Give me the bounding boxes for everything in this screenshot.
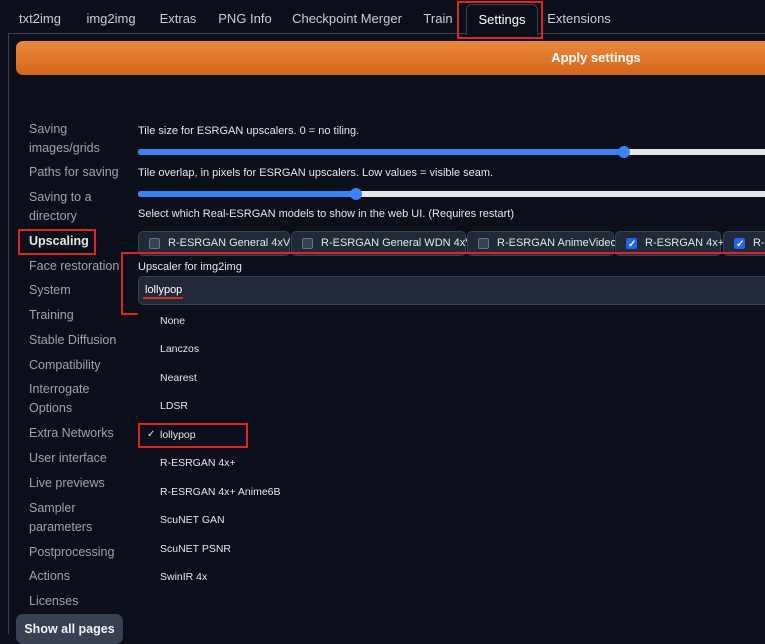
option-ldsr[interactable]: LDSR bbox=[160, 400, 188, 412]
option-swinir-4x[interactable]: SwinIR 4x bbox=[160, 571, 207, 583]
model-checkbox[interactable] bbox=[149, 238, 160, 249]
show-all-pages-button[interactable]: Show all pages bbox=[16, 614, 123, 644]
sidebar-item-training[interactable]: Training bbox=[29, 306, 74, 325]
esrgan-tile-slider[interactable] bbox=[138, 146, 765, 158]
tab-txt2img[interactable]: txt2img bbox=[10, 4, 70, 34]
tab-png-info[interactable]: PNG Info bbox=[214, 4, 276, 34]
option-lanczos[interactable]: Lanczos bbox=[160, 343, 199, 355]
sidebar-item-extra-networks[interactable]: Extra Networks bbox=[29, 424, 114, 443]
option-scunet-gan[interactable]: ScuNET GAN bbox=[160, 514, 225, 526]
sidebar-item-licenses[interactable]: Licenses bbox=[29, 592, 78, 611]
tab-checkpoint-merger[interactable]: Checkpoint Merger bbox=[288, 4, 406, 34]
model-checkbox[interactable] bbox=[302, 238, 313, 249]
esrgan-overlap-fill bbox=[138, 191, 356, 197]
sidebar-item-stable-diffusion[interactable]: Stable Diffusion bbox=[29, 331, 116, 350]
tab-img2img[interactable]: img2img bbox=[80, 4, 142, 34]
model-checkbox[interactable] bbox=[626, 233, 637, 256]
sidebar-item-sampler-parameters[interactable]: Sampler parameters bbox=[29, 499, 99, 537]
esrgan-tile-fill bbox=[138, 149, 625, 155]
sidebar-item-saving-images-grids[interactable]: Saving images/grids bbox=[29, 120, 109, 158]
model-checkbox[interactable] bbox=[734, 233, 745, 255]
tab-extensions[interactable]: Extensions bbox=[545, 4, 613, 34]
option-scunet-psnr[interactable]: ScuNET PSNR bbox=[160, 543, 231, 555]
model-checkbox[interactable] bbox=[478, 238, 489, 249]
option-none[interactable]: None bbox=[160, 315, 185, 327]
tab-train[interactable]: Train bbox=[418, 4, 458, 34]
upscaler-options-list: None Lanczos Nearest LDSR ✓ lollypop R-E… bbox=[138, 305, 765, 595]
realesrgan-models-label: Select which Real-ESRGAN models to show … bbox=[138, 208, 514, 220]
option-nearest[interactable]: Nearest bbox=[160, 372, 197, 384]
sidebar-item-paths-for-saving[interactable]: Paths for saving bbox=[29, 163, 119, 182]
esrgan-tile-label: Tile size for ESRGAN upscalers. 0 = no t… bbox=[138, 125, 360, 137]
sidebar-item-user-interface[interactable]: User interface bbox=[29, 449, 107, 468]
sidebar-item-live-previews[interactable]: Live previews bbox=[29, 474, 105, 493]
sidebar-item-face-restoration[interactable]: Face restoration bbox=[29, 257, 119, 276]
sidebar-item-compatibility[interactable]: Compatibility bbox=[29, 356, 101, 375]
sidebar-item-saving-to-directory[interactable]: Saving to a directory bbox=[29, 188, 99, 226]
settings-tab-highlight bbox=[457, 1, 543, 39]
tab-extras[interactable]: Extras bbox=[152, 4, 204, 34]
sidebar-item-system[interactable]: System bbox=[29, 281, 71, 300]
sidebar-item-postprocessing[interactable]: Postprocessing bbox=[29, 543, 114, 562]
option-r-esrgan-4x-plus-anime6b[interactable]: R-ESRGAN 4x+ Anime6B bbox=[160, 486, 281, 498]
sidebar-item-interrogate-options[interactable]: Interrogate Options bbox=[29, 380, 99, 418]
sidebar-item-actions[interactable]: Actions bbox=[29, 567, 70, 586]
esrgan-overlap-label: Tile overlap, in pixels for ESRGAN upsca… bbox=[138, 167, 494, 179]
apply-settings-button[interactable]: Apply settings bbox=[16, 41, 765, 75]
upscaling-highlight bbox=[18, 229, 96, 255]
lollypop-highlight bbox=[138, 423, 248, 448]
option-r-esrgan-4x-plus[interactable]: R-ESRGAN 4x+ bbox=[160, 457, 236, 469]
esrgan-overlap-slider[interactable] bbox=[138, 188, 765, 200]
esrgan-overlap-thumb[interactable] bbox=[349, 188, 362, 200]
